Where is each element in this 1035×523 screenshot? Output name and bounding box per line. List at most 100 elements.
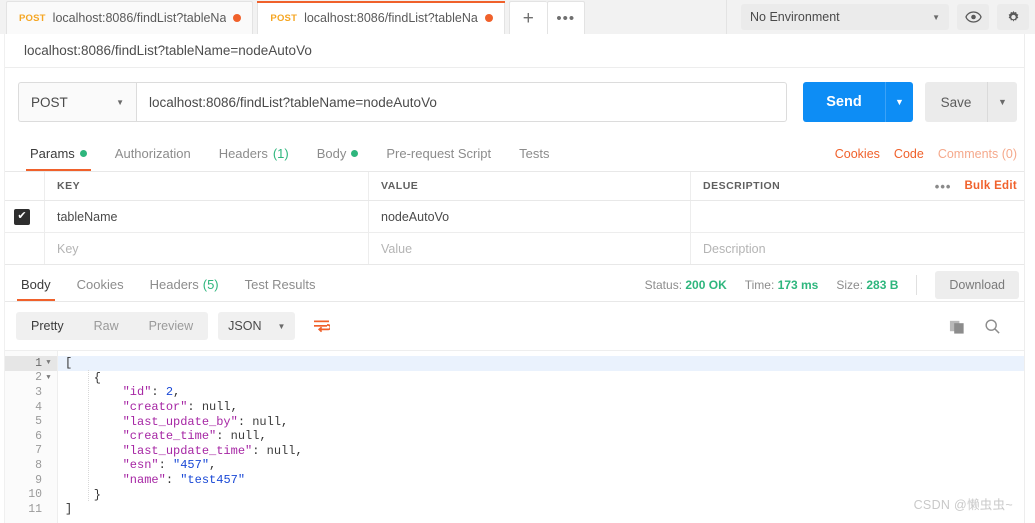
response-tab-cookies[interactable]: Cookies — [64, 268, 137, 301]
tab-authorization[interactable]: Authorization — [101, 136, 205, 171]
bulk-edit-button[interactable]: Bulk Edit — [964, 180, 1017, 192]
line-number-gutter: 1▼2▼3▼4▼5▼6▼7▼8▼9▼10▼11▼ — [0, 351, 58, 523]
tab-options-button[interactable]: ••• — [546, 1, 585, 34]
ellipsis-icon: ••• — [556, 9, 576, 27]
tab-tests[interactable]: Tests — [505, 136, 563, 171]
response-tab-test-results[interactable]: Test Results — [232, 268, 329, 301]
code-token: : — [237, 414, 253, 429]
comments-link[interactable]: Comments (0) — [938, 147, 1017, 161]
placeholder-checkbox-cell — [0, 233, 45, 264]
row-key-input[interactable]: tableName — [45, 201, 369, 232]
eye-icon — [964, 11, 982, 23]
request-tabs-strip: POST localhost:8086/findList?tableNa POS… — [0, 0, 585, 34]
table-row[interactable]: ✔ tableName nodeAutoVo — [0, 201, 1035, 233]
tab-label: Test Results — [244, 277, 316, 292]
code-token: "last_update_time" — [122, 443, 253, 458]
header-cell-key: KEY — [45, 172, 369, 200]
tab-method-label: POST — [270, 12, 298, 24]
row-description-input[interactable] — [691, 201, 1035, 232]
send-button[interactable]: Send — [803, 82, 885, 122]
response-body-viewer[interactable]: 1▼2▼3▼4▼5▼6▼7▼8▼9▼10▼11▼ [ { "id": 2, "c… — [0, 350, 1035, 523]
line-number: 1 ▼ — [0, 356, 57, 371]
request-url-bar: POST ▼ localhost:8086/findList?tableName… — [0, 68, 1035, 136]
http-method-selector[interactable]: POST ▼ — [18, 82, 136, 122]
code-line: { — [58, 371, 1035, 386]
placeholder-value-input[interactable]: Value — [369, 233, 691, 264]
copy-button[interactable] — [949, 318, 966, 335]
code-line: "creator": null, — [58, 400, 1035, 415]
request-tab-1[interactable]: POST localhost:8086/findList?tableNa — [6, 1, 254, 34]
placeholder-key-input[interactable]: Key — [45, 233, 369, 264]
environment-selector[interactable]: No Environment ▼ — [741, 4, 949, 30]
vertical-scrollbar[interactable] — [1024, 34, 1035, 523]
line-number-label: 8 — [35, 458, 42, 472]
tab-label: Headers — [149, 277, 199, 292]
code-token: null — [201, 400, 231, 415]
settings-button[interactable] — [997, 4, 1029, 30]
status-badge: Status: 200 OK — [645, 278, 727, 292]
response-tab-body[interactable]: Body — [8, 268, 64, 301]
gear-icon — [1008, 10, 1018, 22]
body-format-selector[interactable]: JSON ▼ — [218, 312, 296, 340]
code-content[interactable]: [ { "id": 2, "creator": null, "last_upda… — [58, 351, 1035, 523]
url-input-value: localhost:8086/findList?tableName=nodeAu… — [149, 94, 437, 110]
code-token: "create_time" — [122, 429, 217, 444]
response-tab-headers[interactable]: Headers (5) — [137, 268, 232, 301]
http-method-label: POST — [31, 94, 68, 110]
code-token: "creator" — [122, 400, 188, 415]
size-value: 283 B — [866, 277, 899, 292]
code-link[interactable]: Code — [894, 147, 924, 161]
send-options-button[interactable]: ▼ — [885, 82, 913, 122]
line-number-label: 2 — [35, 371, 42, 385]
row-checkbox[interactable]: ✔ — [14, 208, 30, 225]
save-button[interactable]: Save — [925, 82, 987, 122]
tab-pre-request-script[interactable]: Pre-request Script — [372, 136, 505, 171]
code-token: [ — [65, 356, 73, 371]
search-button[interactable] — [984, 318, 1001, 335]
line-number: 4▼ — [0, 400, 57, 415]
cookies-link[interactable]: Cookies — [835, 147, 880, 161]
code-token: , — [281, 414, 289, 429]
line-number: 10▼ — [0, 487, 57, 502]
code-line: "esn": "457", — [58, 458, 1035, 473]
fold-arrow-icon[interactable]: ▼ — [45, 359, 52, 367]
header-cell-checkbox — [0, 172, 45, 200]
line-number-label: 4 — [35, 400, 42, 414]
code-line: ] — [58, 502, 1035, 517]
body-toolbar-actions — [949, 318, 1019, 335]
placeholder-description-input[interactable]: Description — [691, 233, 1035, 264]
tab-title-label: localhost:8086/findList?tableNa — [52, 11, 227, 25]
save-options-button[interactable]: ▼ — [987, 82, 1017, 122]
row-value-input[interactable]: nodeAutoVo — [369, 201, 691, 232]
code-token: } — [65, 487, 102, 502]
table-row-placeholder[interactable]: Key Value Description — [0, 233, 1035, 265]
code-token: ] — [65, 502, 73, 517]
fold-arrow-icon[interactable]: ▼ — [45, 374, 52, 382]
wrap-lines-button[interactable] — [307, 312, 335, 340]
time-label: Time: — [744, 277, 775, 292]
code-line: "name": "test457" — [58, 473, 1035, 488]
download-button[interactable]: Download — [935, 270, 1019, 299]
tab-params[interactable]: Params — [16, 136, 101, 171]
url-input[interactable]: localhost:8086/findList?tableName=nodeAu… — [136, 82, 787, 122]
tab-body[interactable]: Body — [303, 136, 373, 171]
ellipsis-icon[interactable]: ••• — [935, 179, 952, 194]
request-tab-2[interactable]: POST localhost:8086/findList?tableNa — [257, 1, 506, 34]
code-token: : — [187, 400, 202, 415]
send-button-group: Send ▼ — [803, 82, 913, 122]
view-pretty-button[interactable]: Pretty — [16, 312, 79, 340]
new-tab-button[interactable]: + — [508, 1, 547, 34]
tab-label: Cookies — [76, 277, 124, 292]
tab-headers[interactable]: Headers (1) — [205, 136, 303, 171]
size-badge: Size: 283 B — [836, 278, 898, 292]
view-preview-button[interactable]: Preview — [134, 312, 208, 340]
view-raw-button[interactable]: Raw — [79, 312, 134, 340]
line-number-label: 1 — [35, 356, 42, 370]
unsaved-dot-icon — [484, 14, 493, 22]
environment-quick-look-button[interactable] — [957, 4, 989, 30]
tab-method-label: POST — [19, 12, 46, 24]
response-meta: Status: 200 OK Time: 173 ms Size: 283 B … — [645, 268, 1035, 301]
